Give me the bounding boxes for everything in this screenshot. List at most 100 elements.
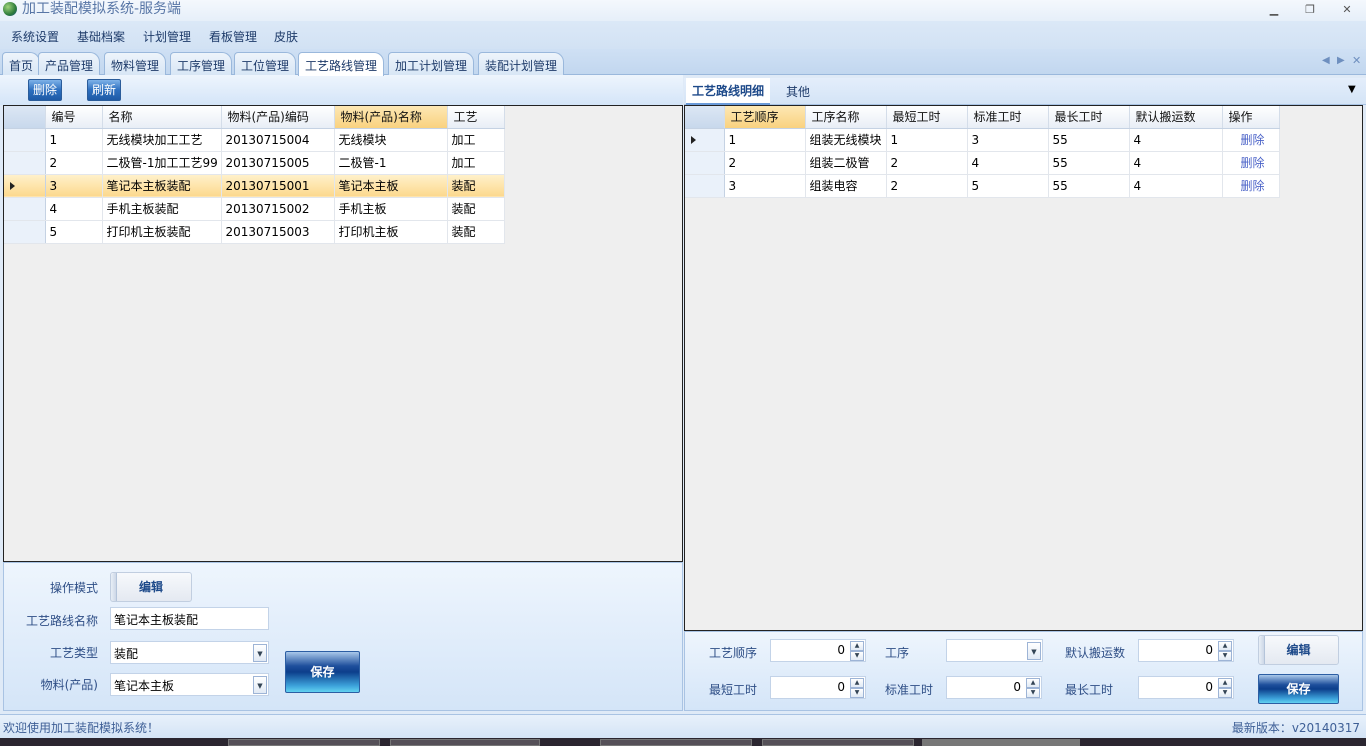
tab-route[interactable]: 工艺路线管理: [298, 52, 385, 76]
material-select[interactable]: 笔记本主板 ▼: [110, 673, 269, 696]
col-name[interactable]: 名称: [102, 106, 222, 129]
detail-mode-toggle[interactable]: 编辑: [1258, 635, 1339, 665]
main-tab-strip: 首页 产品管理 物料管理 工序管理 工位管理 工艺路线管理 加工计划管理 装配计…: [0, 49, 1366, 76]
menu-basic-records[interactable]: 基础档案: [77, 28, 125, 45]
table-row[interactable]: 4 手机主板装配 20130715002 手机主板 装配: [4, 197, 505, 221]
menu-plan-management[interactable]: 计划管理: [143, 28, 191, 45]
table-row[interactable]: 5 打印机主板装配 20130715003 打印机主板 装配: [4, 220, 505, 244]
tab-route-detail[interactable]: 工艺路线明细: [686, 78, 771, 105]
table-cell: 3: [724, 174, 806, 198]
chevron-down-icon[interactable]: ▼: [1027, 642, 1041, 660]
process-select[interactable]: ▼: [946, 639, 1043, 662]
table-row[interactable]: 3 组装电容 2 5 55 4 删除: [685, 174, 1280, 198]
detail-tab-strip: 工艺路线明细 其他 ▼: [684, 78, 1366, 105]
carry-stepper[interactable]: 0 ▲ ▼: [1138, 639, 1234, 662]
tab-process[interactable]: 工序管理: [170, 52, 233, 75]
table-cell: 55: [1048, 151, 1130, 175]
os-taskbar: [0, 738, 1366, 746]
mode-toggle[interactable]: 编辑: [110, 572, 192, 602]
spin-up-icon: ▲: [1218, 641, 1232, 651]
left-toolbar: 删除 刷新: [0, 75, 683, 105]
row-delete-link[interactable]: 删除: [1222, 128, 1280, 152]
std-time-label: 标准工时: [885, 683, 934, 697]
tab-scroll-right-icon[interactable]: ▶: [1337, 55, 1345, 66]
row-delete-link[interactable]: 删除: [1222, 151, 1280, 175]
grid-corner: [685, 106, 725, 129]
tab-home[interactable]: 首页: [2, 52, 41, 75]
status-welcome: 欢迎使用加工装配模拟系统！: [3, 721, 160, 735]
taskbar-item[interactable]: [762, 739, 914, 746]
table-cell: 4: [967, 151, 1049, 175]
refresh-button[interactable]: 刷新: [87, 79, 121, 101]
craft-type-select[interactable]: 装配 ▼: [110, 641, 269, 664]
tab-close-icon[interactable]: ✕: [1352, 54, 1361, 67]
col-min-time[interactable]: 最短工时: [886, 106, 968, 129]
table-cell: 20130715002: [221, 197, 335, 221]
table-cell: [4, 174, 46, 198]
tab-product[interactable]: 产品管理: [38, 52, 101, 75]
table-cell: 55: [1048, 174, 1130, 198]
col-std-time[interactable]: 标准工时: [967, 106, 1049, 129]
max-time-stepper[interactable]: 0 ▲ ▼: [1138, 676, 1234, 699]
col-seq[interactable]: 工艺顺序: [724, 106, 806, 129]
col-action: 操作: [1222, 106, 1280, 129]
table-cell: [685, 128, 725, 152]
table-cell: 4: [1129, 128, 1223, 152]
table-cell: 手机主板: [334, 197, 448, 221]
col-material-name[interactable]: 物料(产品)名称: [334, 106, 448, 129]
detail-save-button[interactable]: 保存: [1258, 674, 1339, 704]
tab-other[interactable]: 其他: [786, 83, 810, 100]
detail-grid: 工艺顺序 工序名称 最短工时 标准工时 最长工时 默认搬运数 操作 1 组装无线模…: [684, 105, 1363, 631]
col-process-name[interactable]: 工序名称: [805, 106, 887, 129]
taskbar-item-active[interactable]: [922, 739, 1080, 746]
std-time-stepper[interactable]: 0 ▲ ▼: [946, 676, 1042, 699]
col-id[interactable]: 编号: [45, 106, 103, 129]
tab-workstation[interactable]: 工位管理: [234, 52, 297, 75]
col-craft[interactable]: 工艺: [447, 106, 505, 129]
menu-board-management[interactable]: 看板管理: [209, 28, 257, 45]
menu-skin[interactable]: 皮肤: [274, 28, 298, 45]
row-delete-link[interactable]: 删除: [1222, 174, 1280, 198]
route-save-button[interactable]: 保存: [285, 651, 360, 693]
menu-system-settings[interactable]: 系统设置: [11, 28, 59, 45]
window-title: 加工装配模拟系统-服务端: [22, 1, 182, 17]
tab-scroll-left-icon[interactable]: ◀: [1322, 55, 1330, 66]
minimize-button[interactable]: ▁: [1264, 2, 1284, 18]
seq-stepper[interactable]: 0 ▲ ▼: [770, 639, 866, 662]
taskbar-item[interactable]: [228, 739, 380, 746]
tab-processing-plan[interactable]: 加工计划管理: [388, 52, 475, 75]
max-time-label: 最长工时: [1065, 683, 1114, 697]
taskbar-item[interactable]: [600, 739, 752, 746]
tab-material[interactable]: 物料管理: [104, 52, 167, 75]
table-cell: 3: [967, 128, 1049, 152]
row-pointer-icon: [10, 181, 15, 190]
table-cell: [4, 197, 46, 221]
chevron-down-icon[interactable]: ▼: [253, 644, 267, 662]
restore-button[interactable]: ❐: [1300, 2, 1320, 18]
table-cell: 二极管-1加工工艺99: [102, 151, 222, 175]
route-name-input[interactable]: 笔记本主板装配: [110, 607, 269, 630]
close-button[interactable]: ✕: [1337, 2, 1357, 18]
delete-button[interactable]: 删除: [28, 79, 62, 101]
craft-type-label: 工艺类型: [49, 646, 98, 660]
table-row[interactable]: 2 组装二极管 2 4 55 4 删除: [685, 151, 1280, 175]
spin-down-icon: ▼: [1026, 688, 1040, 698]
taskbar-item[interactable]: [390, 739, 540, 746]
col-material-code[interactable]: 物料(产品)编码: [221, 106, 335, 129]
table-cell: 装配: [447, 220, 505, 244]
col-carry[interactable]: 默认搬运数: [1129, 106, 1223, 129]
table-cell: 20130715004: [221, 128, 335, 152]
min-time-stepper[interactable]: 0 ▲ ▼: [770, 676, 866, 699]
table-row[interactable]: 1 无线模块加工工艺 20130715004 无线模块 加工: [4, 128, 505, 152]
table-cell: 4: [45, 197, 103, 221]
table-row[interactable]: 2 二极管-1加工工艺99 20130715005 二极管-1 加工: [4, 151, 505, 175]
chevron-down-icon[interactable]: ▼: [253, 676, 267, 694]
table-row-selected[interactable]: 3 笔记本主板装配 20130715001 笔记本主板 装配: [4, 174, 505, 198]
table-cell: [4, 220, 46, 244]
tab-dropdown-icon[interactable]: ▼: [1348, 84, 1356, 95]
table-cell: 4: [1129, 174, 1223, 198]
col-max-time[interactable]: 最长工时: [1048, 106, 1130, 129]
table-row[interactable]: 1 组装无线模块 1 3 55 4 删除: [685, 128, 1280, 152]
tab-assembly-plan[interactable]: 装配计划管理: [478, 52, 565, 75]
table-cell: 4: [1129, 151, 1223, 175]
